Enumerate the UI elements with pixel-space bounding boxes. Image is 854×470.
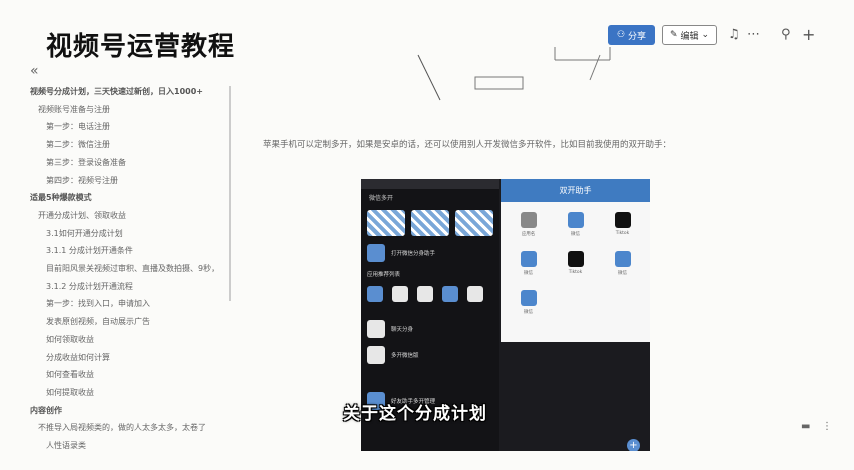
app-tile[interactable]: 微信 [505, 251, 552, 276]
more-icon[interactable]: ⋯ [747, 27, 760, 43]
plus-icon[interactable]: + [802, 27, 815, 43]
app-label: Tiktok [615, 231, 630, 236]
toc-item[interactable]: 开通分成计划、领取收益 [30, 207, 240, 225]
app-label: 微信 [618, 271, 627, 276]
collapse-toc-icon[interactable]: « [30, 63, 39, 79]
share-button[interactable]: ⚇ 分享 [608, 25, 655, 45]
toc-item[interactable]: 如何查看收益 [30, 366, 240, 384]
app-label: 微信 [524, 310, 533, 315]
chevron-down-icon: ⌄ [701, 30, 710, 40]
right-pane-title: 双开助手 [559, 186, 592, 195]
toc-item[interactable]: 如何提取收益 [30, 384, 240, 402]
app-tile[interactable]: 微信 [505, 290, 552, 315]
app-label: 微信 [524, 271, 533, 276]
app-icon [367, 346, 385, 364]
diagram-sketch [417, 47, 611, 101]
toc-item[interactable]: 人性语录类 [30, 437, 240, 455]
toc-item[interactable]: 视频账号准备与注册 [30, 101, 240, 119]
app-tile[interactable]: Tiktok [552, 251, 599, 276]
toc-scrollbar[interactable] [229, 86, 231, 301]
list-item[interactable]: 打开微信分身助手 [361, 240, 499, 266]
toc-item[interactable]: 不推导入局视频类的，做的人太多太多，太卷了 [30, 419, 240, 437]
toc-item[interactable]: 视频号分成计划，三天快速过新创，日入1000+ [30, 83, 240, 101]
toolbar-more-icon[interactable]: ⋮ [822, 421, 832, 432]
page-title: 视频号运营教程 [46, 32, 236, 62]
pencil-icon: ✎ [669, 30, 678, 40]
paragraph-text: 苹果手机可以定制多开，如果是安卓的话，还可以使用别人开发微信多开软件，比如目前我… [263, 140, 672, 150]
video-subtitle: 关于这个分成计划 [343, 404, 487, 424]
banner-image [367, 210, 405, 236]
search-icon[interactable]: ⚲ [781, 27, 791, 43]
app-tile[interactable]: Tiktok [599, 212, 646, 237]
toc-item[interactable]: 第一步：找到入口，申请加入 [30, 295, 240, 313]
toc-item[interactable]: 3.1.2 分成计划开通流程 [30, 278, 240, 296]
toc-item[interactable]: 第三步：登录设备准备 [30, 154, 240, 172]
banner-image [411, 210, 449, 236]
toc-item[interactable]: 3.1.1 分成计划开通条件 [30, 242, 240, 260]
app-icon [614, 251, 631, 267]
toc-item[interactable]: 适最5种爆款模式 [30, 189, 240, 207]
toc-item[interactable]: 第四步：视频号注册 [30, 172, 240, 190]
toc-item[interactable]: 内容创作 [30, 402, 240, 420]
toc-item[interactable]: 3.1如何开通分成计划 [30, 225, 240, 243]
app-label: Tiktok [568, 270, 583, 275]
app-icon [567, 212, 584, 228]
app-tile[interactable]: 应用名 [505, 212, 552, 237]
list-item[interactable]: 多开微信版 [361, 342, 499, 368]
toc-item[interactable]: 发表原创视频，自动展示广告 [30, 313, 240, 331]
app-icon[interactable] [467, 286, 483, 302]
edit-label: 编辑 [680, 31, 699, 42]
toc-item[interactable]: 第二步：微信注册 [30, 136, 240, 154]
app-tile[interactable]: 微信 [599, 251, 646, 276]
add-fab-icon[interactable]: + [627, 439, 640, 451]
app-icon [520, 212, 537, 228]
app-label: 微信 [571, 232, 580, 237]
left-pane-title: 微信多开 [369, 195, 394, 202]
phone-right-pane: 双开助手 应用名 微信 Tiktok 微信 Tiktok 微信 微信 [501, 179, 650, 342]
banner-image [455, 210, 493, 236]
section-header: 应用推荐列表 [367, 272, 401, 278]
app-label: 应用名 [521, 232, 536, 237]
app-icon [567, 251, 584, 267]
edit-button[interactable]: ✎ 编辑 ⌄ [662, 25, 717, 45]
app-icon [520, 251, 537, 267]
bell-icon[interactable]: ♫ [728, 27, 740, 43]
list-item[interactable]: 聊天分身 [361, 316, 499, 342]
share-icon: ⚇ [616, 30, 626, 40]
toc-item[interactable]: 如何领取收益 [30, 331, 240, 349]
app-icon[interactable] [392, 286, 408, 302]
app-icon [367, 244, 385, 262]
table-of-contents: 视频号分成计划，三天快速过新创，日入1000+ 视频账号准备与注册 第一步：电话注册… [30, 83, 240, 455]
app-tile[interactable]: 微信 [552, 212, 599, 237]
comment-icon[interactable]: ▬ [801, 421, 810, 432]
app-icon [367, 320, 385, 338]
toc-item[interactable]: 目前阳风景关视频过审积、直播及数拍摄、9秒， [30, 260, 240, 278]
toc-item[interactable]: 第一步：电话注册 [30, 118, 240, 136]
toc-item[interactable]: 分成收益如何计算 [30, 349, 240, 367]
app-icon [614, 212, 631, 228]
app-icon[interactable] [442, 286, 458, 302]
share-label: 分享 [628, 31, 647, 42]
app-icon[interactable] [417, 286, 433, 302]
app-icon[interactable] [367, 286, 383, 302]
app-icon [520, 290, 537, 306]
